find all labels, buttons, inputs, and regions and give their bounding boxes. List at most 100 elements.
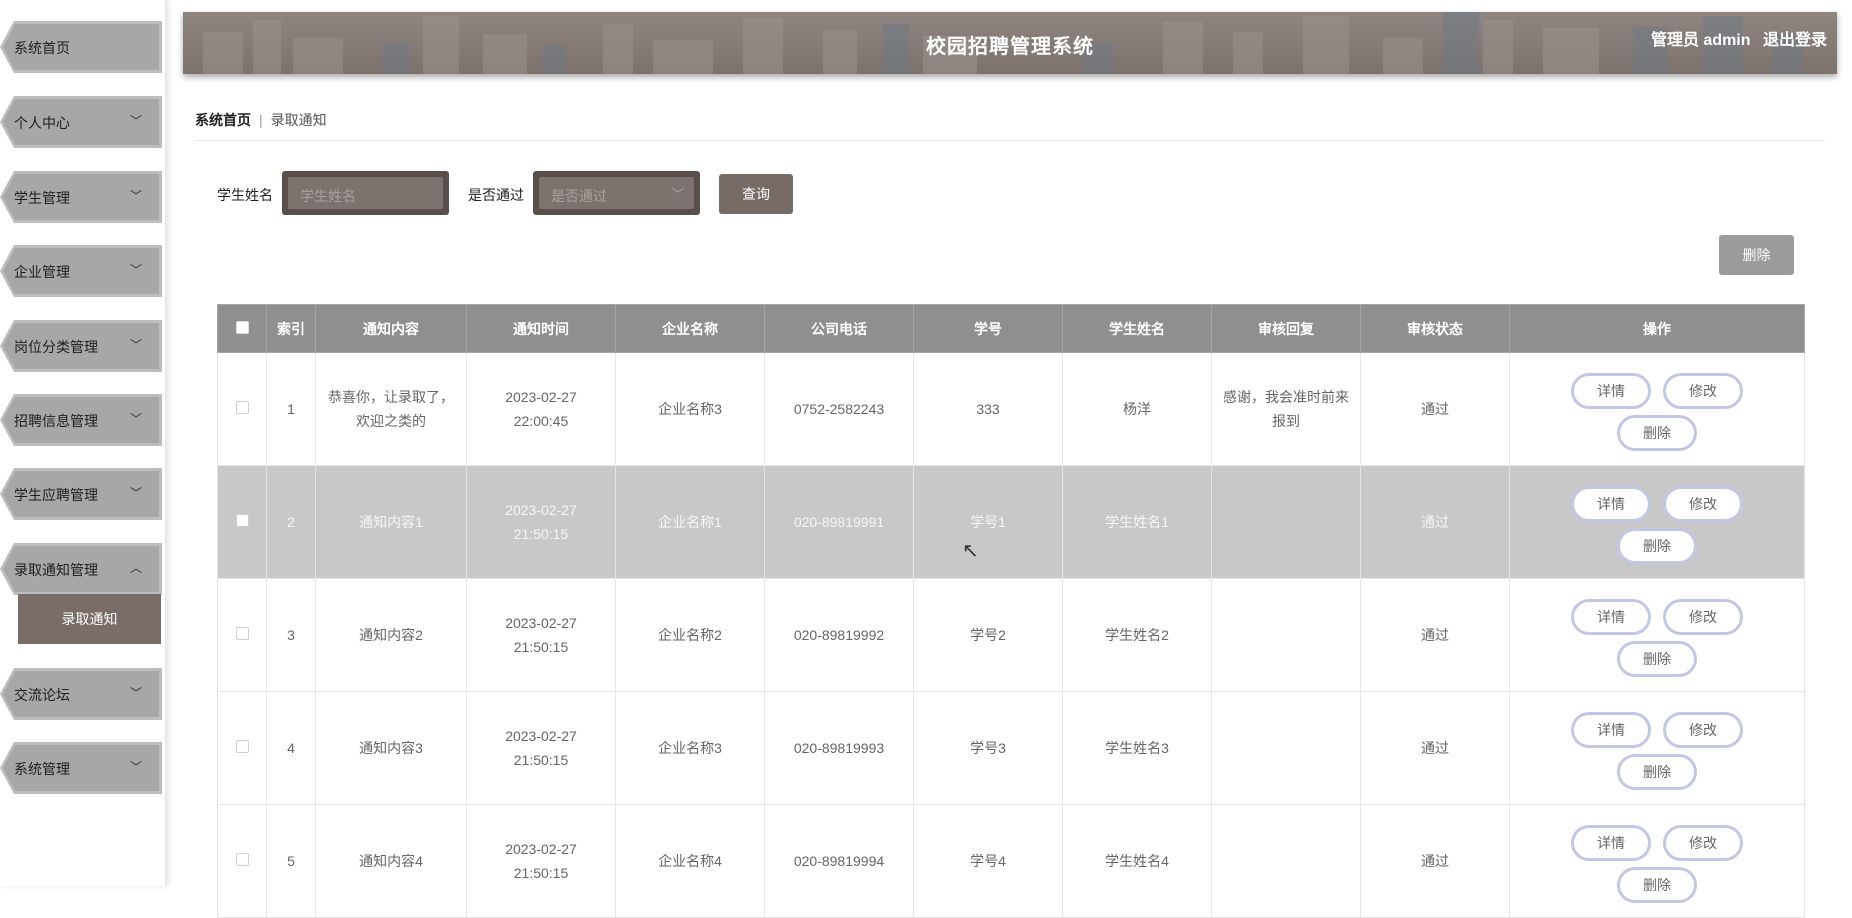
breadcrumb-home[interactable]: 系统首页 <box>195 112 251 128</box>
batch-delete-button[interactable]: 删除 <box>1719 235 1794 275</box>
select-all-cell <box>217 304 267 353</box>
edit-button[interactable]: 修改 <box>1663 825 1743 861</box>
table-row[interactable]: 1 恭喜你，让录取了，欢迎之类的 2023-02-27 22:00:45 企业名… <box>217 352 1805 466</box>
row-checkbox[interactable] <box>235 740 249 753</box>
cell-index: 2 <box>266 465 316 579</box>
sidebar-item-forum[interactable]: 交流论坛 ﹀ <box>0 668 162 720</box>
sidebar-item-job-category[interactable]: 岗位分类管理 ﹀ <box>0 320 162 372</box>
cell-status: 通过 <box>1360 691 1510 805</box>
column-header: 操作 <box>1509 304 1805 353</box>
mouse-cursor-icon: ↖ <box>962 540 979 562</box>
edit-button[interactable]: 修改 <box>1663 712 1743 748</box>
cell-student-name: 学生姓名4 <box>1062 804 1212 918</box>
sidebar-item-personal-center[interactable]: 个人中心 ﹀ <box>0 96 162 148</box>
cell-reply: 感谢，我会准时前来报到 <box>1211 352 1361 466</box>
sidebar-item-home[interactable]: 系统首页 <box>0 21 162 73</box>
row-checkbox[interactable] <box>235 853 249 866</box>
detail-button[interactable]: 详情 <box>1571 599 1651 635</box>
row-checkbox[interactable] <box>235 514 249 527</box>
breadcrumb: 系统首页 | 录取通知 <box>195 110 327 130</box>
cell-student-name: 学生姓名1 <box>1062 465 1212 579</box>
table-row[interactable]: 4 通知内容3 2023-02-27 21:50:15 企业名称3 020-89… <box>217 691 1805 805</box>
cell-content: 通知内容4 <box>315 804 467 918</box>
chevron-down-icon: ﹀ <box>129 114 142 128</box>
detail-button[interactable]: 详情 <box>1571 712 1651 748</box>
cell-index: 3 <box>266 578 316 692</box>
delete-button[interactable]: 删除 <box>1617 754 1697 790</box>
cell-time: 2023-02-27 22:00:45 <box>466 352 616 466</box>
row-checkbox[interactable] <box>235 401 249 414</box>
cell-phone: 020-89819991 <box>764 465 914 579</box>
edit-button[interactable]: 修改 <box>1663 486 1743 522</box>
edit-button[interactable]: 修改 <box>1663 373 1743 409</box>
breadcrumb-separator: | <box>259 112 263 128</box>
cell-index: 4 <box>266 691 316 805</box>
edit-button[interactable]: 修改 <box>1663 599 1743 635</box>
sidebar-item-label: 招聘信息管理 <box>14 413 98 429</box>
student-name-input-field[interactable]: 学生姓名 <box>288 177 443 209</box>
cell-company: 企业名称3 <box>615 691 765 805</box>
chevron-down-icon: ﹀ <box>129 686 142 700</box>
cell-status: 通过 <box>1360 352 1510 466</box>
chevron-up-icon: ︿ <box>129 561 142 575</box>
cell-reply <box>1211 804 1361 918</box>
cell-time: 2023-02-27 21:50:15 <box>466 578 616 692</box>
delete-button[interactable]: 删除 <box>1617 867 1697 903</box>
table-row[interactable]: 3 通知内容2 2023-02-27 21:50:15 企业名称2 020-89… <box>217 578 1805 692</box>
detail-button[interactable]: 详情 <box>1571 486 1651 522</box>
user-role-label: 管理员 admin <box>1650 32 1751 49</box>
sidebar-item-student-management[interactable]: 学生管理 ﹀ <box>0 171 162 223</box>
sidebar-item-system-management[interactable]: 系统管理 ﹀ <box>0 742 162 794</box>
logout-link[interactable]: 退出登录 <box>1763 32 1827 49</box>
cell-status: 通过 <box>1360 578 1510 692</box>
sidebar-item-label: 录取通知管理 <box>14 562 98 578</box>
sidebar-subitem-admission-notice[interactable]: 录取通知 <box>18 594 161 644</box>
cell-student-name: 学生姓名3 <box>1062 691 1212 805</box>
sidebar-item-admission-notice[interactable]: 录取通知管理 ︿ <box>0 543 162 595</box>
query-button[interactable]: 查询 <box>719 174 793 214</box>
chevron-down-icon: ﹀ <box>129 263 142 277</box>
sidebar-item-label: 学生应聘管理 <box>14 487 98 503</box>
chevron-down-icon: ﹀ <box>129 338 142 352</box>
sidebar-item-label: 系统管理 <box>14 761 70 777</box>
cell-student-name: 学生姓名2 <box>1062 578 1212 692</box>
student-name-input[interactable]: 学生姓名 <box>282 171 449 215</box>
chevron-down-icon: ﹀ <box>129 760 142 774</box>
column-header: 学号 <box>913 304 1063 353</box>
column-header: 审核回复 <box>1211 304 1361 353</box>
cell-content: 通知内容3 <box>315 691 467 805</box>
pass-status-select-value: 是否通过 <box>551 188 607 204</box>
cell-actions: 详情 修改 删除 <box>1509 691 1805 805</box>
header-user-area: 管理员 admin 退出登录 <box>1643 26 1827 50</box>
delete-button[interactable]: 删除 <box>1617 528 1697 564</box>
table-row[interactable]: 2 通知内容1 2023-02-27 21:50:15 企业名称1 020-89… <box>217 465 1805 579</box>
cell-reply <box>1211 691 1361 805</box>
chevron-down-icon: ﹀ <box>129 486 142 500</box>
cell-company: 企业名称3 <box>615 352 765 466</box>
chevron-down-icon: ﹀ <box>129 412 142 426</box>
sidebar-item-company-management[interactable]: 企业管理 ﹀ <box>0 245 162 297</box>
notice-table: 索引 通知内容 通知时间 企业名称 公司电话 学号 学生姓名 审核回复 审核状态… <box>217 304 1805 918</box>
delete-button[interactable]: 删除 <box>1617 641 1697 677</box>
row-checkbox[interactable] <box>235 627 249 640</box>
cell-company: 企业名称2 <box>615 578 765 692</box>
sidebar-item-recruitment-info[interactable]: 招聘信息管理 ﹀ <box>0 394 162 446</box>
cell-time: 2023-02-27 21:50:15 <box>466 804 616 918</box>
sidebar-item-student-application[interactable]: 学生应聘管理 ﹀ <box>0 468 162 520</box>
pass-status-select[interactable]: 是否通过 ﹀ <box>533 171 700 215</box>
detail-button[interactable]: 详情 <box>1571 373 1651 409</box>
table-row[interactable]: 5 通知内容4 2023-02-27 21:50:15 企业名称4 020-89… <box>217 804 1805 918</box>
cell-student-no: 学号3 <box>913 691 1063 805</box>
select-all-checkbox[interactable] <box>235 320 249 334</box>
cell-student-no: 学号2 <box>913 578 1063 692</box>
cell-phone: 0752-2582243 <box>764 352 914 466</box>
sidebar-item-label: 岗位分类管理 <box>14 339 98 355</box>
sidebar-item-label: 企业管理 <box>14 264 70 280</box>
detail-button[interactable]: 详情 <box>1571 825 1651 861</box>
sidebar-item-label: 个人中心 <box>14 115 70 131</box>
chevron-down-icon: ﹀ <box>129 189 142 203</box>
cell-phone: 020-89819992 <box>764 578 914 692</box>
delete-button[interactable]: 删除 <box>1617 415 1697 451</box>
cell-reply <box>1211 578 1361 692</box>
cell-status: 通过 <box>1360 465 1510 579</box>
